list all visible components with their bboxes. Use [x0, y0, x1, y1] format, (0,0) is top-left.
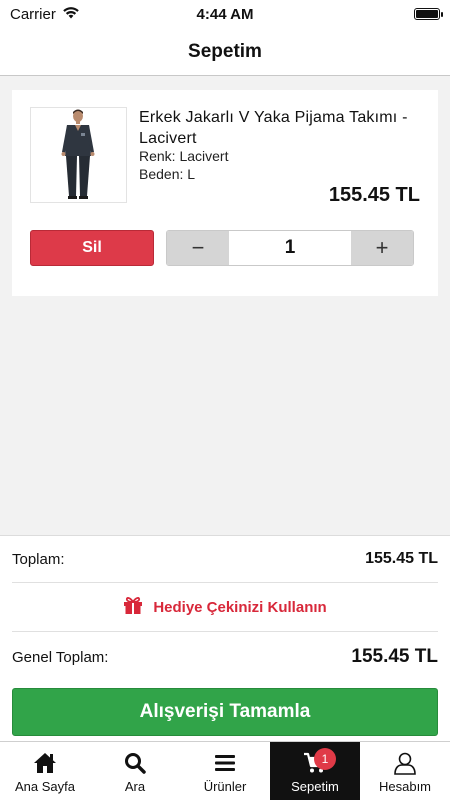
status-bar: Carrier 4:44 AM	[0, 0, 450, 28]
tab-label: Sepetim	[291, 779, 339, 794]
page-title: Sepetim	[188, 40, 262, 62]
tab-label: Ara	[124, 779, 146, 794]
order-summary: Toplam: 155.45 TL Hediye Çekinizi Kullan…	[0, 535, 450, 741]
divider	[12, 582, 438, 583]
cart-item-card: Erkek Jakarlı V Yaka Pijama Takımı - Lac…	[12, 90, 438, 296]
gift-voucher-link[interactable]: Hediye Çekinizi Kullanın	[12, 594, 438, 620]
grand-total-row: Genel Toplam: 155.45 TL	[12, 644, 438, 670]
status-right	[320, 8, 443, 20]
total-value: 155.45 TL	[365, 550, 438, 567]
product-name[interactable]: Erkek Jakarlı V Yaka Pijama Takımı - Lac…	[139, 107, 429, 149]
grand-total-label: Genel Toplam:	[12, 648, 109, 666]
user-icon	[392, 751, 418, 775]
product-color: Renk: Lacivert	[139, 148, 229, 164]
gift-icon	[123, 596, 143, 619]
product-size: Beden: L	[139, 166, 196, 182]
tab-cart[interactable]: 1 Sepetim	[270, 742, 360, 800]
tab-bar: Ana Sayfa Ara Ürünler 1 Sepetim Hesabım	[0, 741, 450, 800]
gift-voucher-label: Hediye Çekinizi Kullanın	[153, 598, 327, 616]
tab-label: Ana Sayfa	[15, 779, 75, 794]
quantity-stepper: − 1 +	[166, 230, 414, 266]
tab-home[interactable]: Ana Sayfa	[0, 742, 90, 800]
total-label: Toplam:	[12, 550, 65, 568]
cart-count-badge: 1	[314, 748, 336, 770]
checkout-button[interactable]: Alışverişi Tamamla	[12, 688, 438, 736]
increase-button[interactable]: +	[351, 231, 413, 265]
status-time: 4:44 AM	[196, 5, 254, 23]
quantity-value[interactable]: 1	[229, 231, 351, 265]
delete-button[interactable]: Sil	[30, 230, 154, 266]
tab-label: Hesabım	[378, 779, 432, 794]
product-thumbnail[interactable]	[30, 107, 127, 203]
nav-bar: Sepetim	[0, 28, 450, 76]
tab-label: Ürünler	[203, 779, 247, 794]
wifi-icon	[62, 6, 80, 23]
tab-search[interactable]: Ara	[90, 742, 180, 800]
tab-account[interactable]: Hesabım	[360, 742, 450, 800]
search-icon	[122, 751, 148, 775]
status-left: Carrier	[10, 6, 130, 23]
total-row: Toplam: 155.45 TL	[12, 546, 438, 572]
decrease-button[interactable]: −	[167, 231, 229, 265]
menu-icon	[212, 751, 238, 775]
home-icon	[32, 751, 58, 775]
carrier-label: Carrier	[10, 5, 56, 23]
grand-total-value: 155.45 TL	[351, 646, 438, 667]
divider	[12, 631, 438, 632]
battery-icon	[414, 8, 443, 20]
product-price: 155.45 TL	[328, 184, 420, 206]
tab-products[interactable]: Ürünler	[180, 742, 270, 800]
